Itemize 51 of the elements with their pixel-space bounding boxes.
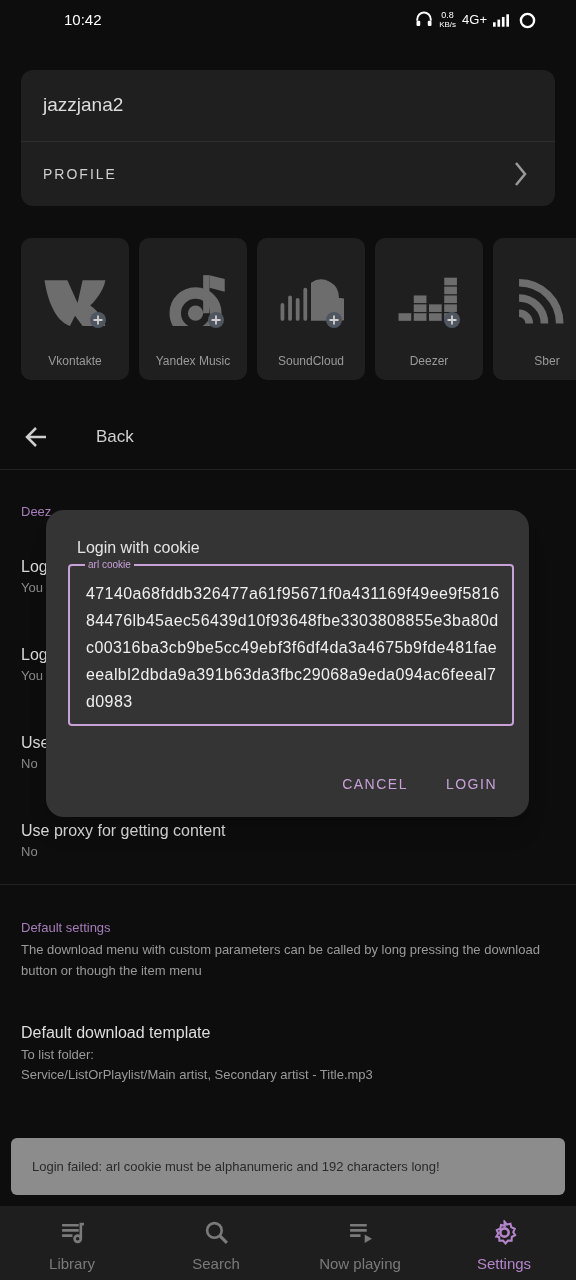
- username: jazzjana2: [43, 93, 124, 118]
- nav-tab[interactable]: Search: [144, 1206, 288, 1280]
- section-description: The download menu with custom parameters can be called by long pressing the download button or though the item menu: [21, 941, 541, 980]
- setting-value: You: [21, 667, 43, 685]
- field-value: 47140a68fddb326477a61f95671f0a431169f49ee9f581684476lb45aec56439d10f93648fbe3303808855e3ba80dc00316ba3cb9be5cc49ebf3f6df4da3a4675b9fde481faeeealbl2dbda9a391b63da3fbc29068a9eda094ac6feeal7d0983: [86, 584, 501, 712]
- service-tile[interactable]: Yandex Music: [139, 238, 247, 380]
- service-label: Vkontakte: [48, 353, 102, 370]
- headphones-icon: [415, 11, 434, 29]
- library-icon: [59, 1220, 85, 1245]
- service-label: Yandex Music: [155, 353, 231, 370]
- cookie-field[interactable]: [68, 560, 514, 726]
- service-tile[interactable]: SoundCloud: [257, 238, 365, 380]
- setting-value: Service/ListOrPlaylist/Main artist, Secondary artist - Title.mp3: [21, 1066, 373, 1084]
- setting-value: To list folder:: [21, 1046, 94, 1064]
- profile-label: PROFILE: [43, 164, 117, 184]
- service-label: Sber: [534, 353, 560, 370]
- add-icon: [326, 312, 342, 328]
- setting-title[interactable]: Use proxy for getting content: [21, 820, 226, 842]
- service-label: SoundCloud: [277, 353, 345, 370]
- nav-tab[interactable]: Now playing: [288, 1206, 432, 1280]
- network-type: 4G+: [462, 11, 487, 30]
- field-label: arl cookie: [87, 560, 132, 570]
- add-icon: [208, 312, 224, 328]
- dialog-button[interactable]: CANCEL: [334, 770, 416, 799]
- add-icon: [444, 312, 460, 328]
- setting-value: No: [21, 843, 38, 861]
- dialog-button[interactable]: LOGIN: [437, 770, 505, 799]
- setting-value: No: [21, 755, 38, 773]
- network-speed: 0.8: [441, 10, 454, 20]
- service-label: Deezer: [409, 353, 449, 370]
- nav-tab[interactable]: Settings: [432, 1206, 576, 1280]
- status-time: 10:42: [64, 9, 102, 30]
- nav-tab[interactable]: Library: [0, 1206, 144, 1280]
- toast-text: Login failed: arl cookie must be alphanumeric and 192 characters long!: [32, 1157, 440, 1176]
- profile-link[interactable]: PROFILE: [21, 142, 555, 206]
- section-header: Default settings: [21, 919, 112, 937]
- section-header: Deez: [21, 503, 53, 521]
- back-arrow-icon[interactable]: [24, 424, 48, 449]
- signal-icon: [493, 13, 509, 27]
- dialog-title: Login with cookie: [77, 538, 200, 558]
- battery-ring-icon: [519, 11, 536, 29]
- speed-unit: KB/s: [439, 20, 457, 30]
- add-icon: [90, 312, 106, 328]
- service-tile[interactable]: Deezer: [375, 238, 483, 380]
- setting-value: You: [21, 579, 43, 597]
- back-label[interactable]: Back: [96, 423, 134, 450]
- search-icon: [203, 1220, 229, 1245]
- setting-title[interactable]: Default download template: [21, 1021, 211, 1045]
- service-tile[interactable]: Vkontakte: [21, 238, 129, 380]
- service-tile[interactable]: Sber: [493, 238, 576, 380]
- chevron-right-icon: [513, 161, 529, 187]
